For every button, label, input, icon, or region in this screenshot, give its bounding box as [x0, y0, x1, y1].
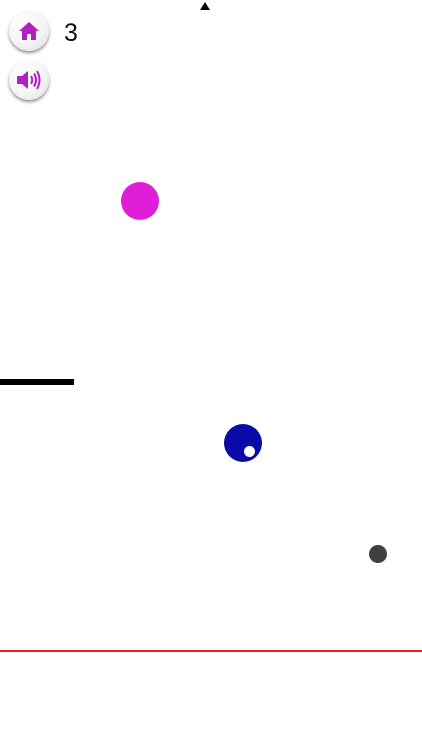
home-button[interactable]: [9, 11, 49, 51]
speaker-icon: [17, 70, 41, 90]
score-counter: 3: [64, 19, 78, 47]
top-marker-triangle: [200, 2, 210, 10]
obstacle-ball: [369, 545, 387, 563]
player-ball-highlight: [244, 446, 255, 457]
target-ball: [121, 182, 159, 220]
sound-button[interactable]: [9, 60, 49, 100]
game-canvas[interactable]: 3: [0, 0, 422, 750]
player-ball[interactable]: [224, 424, 262, 462]
ledge-platform: [0, 379, 74, 385]
home-icon: [19, 22, 39, 40]
danger-line: [0, 650, 422, 652]
